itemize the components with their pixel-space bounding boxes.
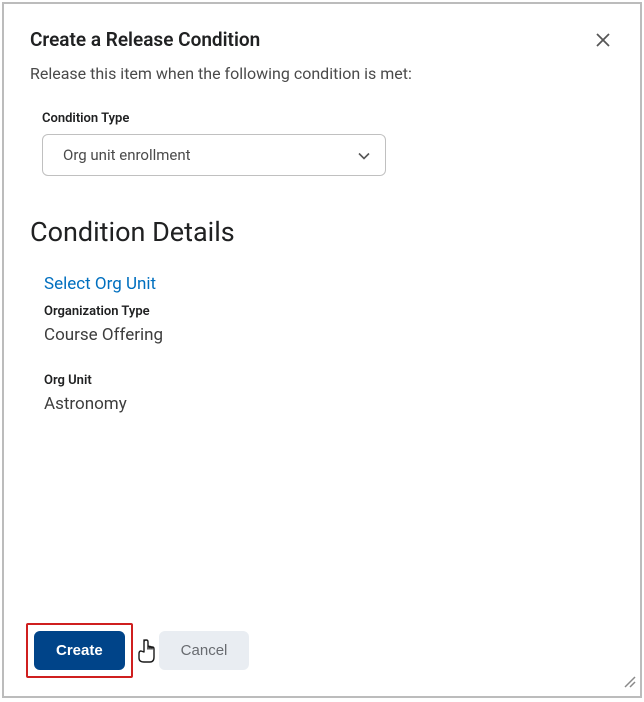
condition-type-field: Condition Type Org unit enrollment [42,111,614,176]
dialog-subtitle: Release this item when the following con… [30,64,614,83]
condition-type-label: Condition Type [42,111,614,126]
cursor-icon [136,638,158,668]
condition-details-heading: Condition Details [30,216,614,248]
organization-type-value: Course Offering [44,325,614,345]
create-button[interactable]: Create [34,631,125,670]
org-unit-value: Astronomy [44,394,614,414]
select-org-unit-link[interactable]: Select Org Unit [44,274,156,294]
cancel-button[interactable]: Cancel [159,631,250,670]
resize-grip-icon[interactable] [622,673,636,692]
dialog-header: Create a Release Condition [30,28,614,52]
dialog-footer: Create Cancel [26,623,618,678]
release-condition-dialog: Create a Release Condition Release this … [2,2,642,698]
condition-type-select[interactable]: Org unit enrollment [42,134,386,176]
condition-details-block: Select Org Unit Organization Type Course… [44,274,614,414]
dialog-title: Create a Release Condition [30,28,260,51]
condition-type-value: Org unit enrollment [63,146,191,164]
organization-type-label: Organization Type [44,304,614,319]
close-icon[interactable] [592,28,614,52]
create-button-highlight: Create [26,623,133,678]
org-unit-label: Org Unit [44,373,614,388]
